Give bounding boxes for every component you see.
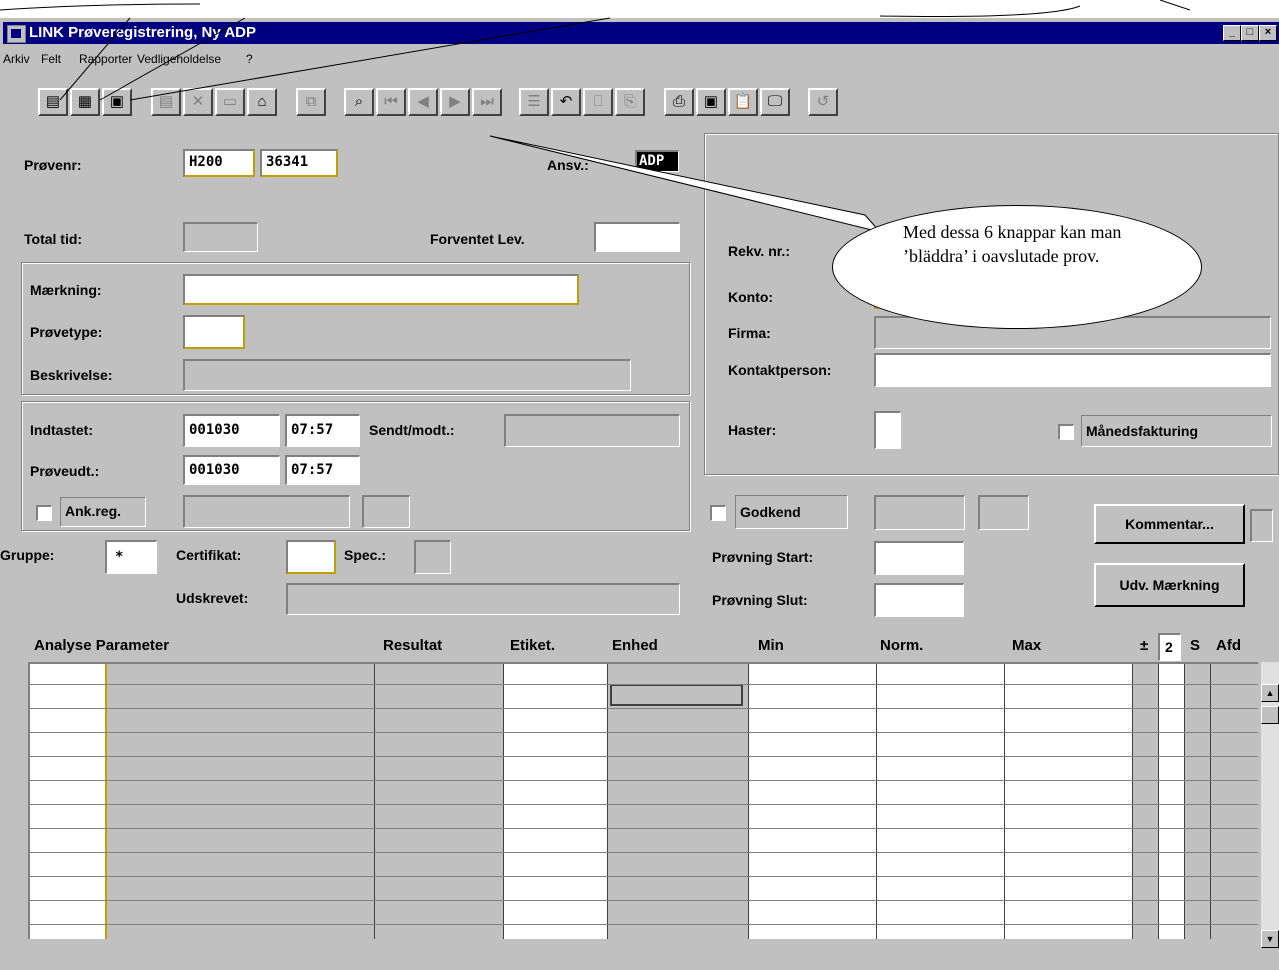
annotation-callout: Med dessa 6 knappar kan man ’bläddra’ i … bbox=[832, 205, 1202, 329]
annotation-pointer bbox=[59, 17, 882, 233]
annotation-text: Med dessa 6 knappar kan man ’bläddra’ i … bbox=[903, 222, 1122, 266]
